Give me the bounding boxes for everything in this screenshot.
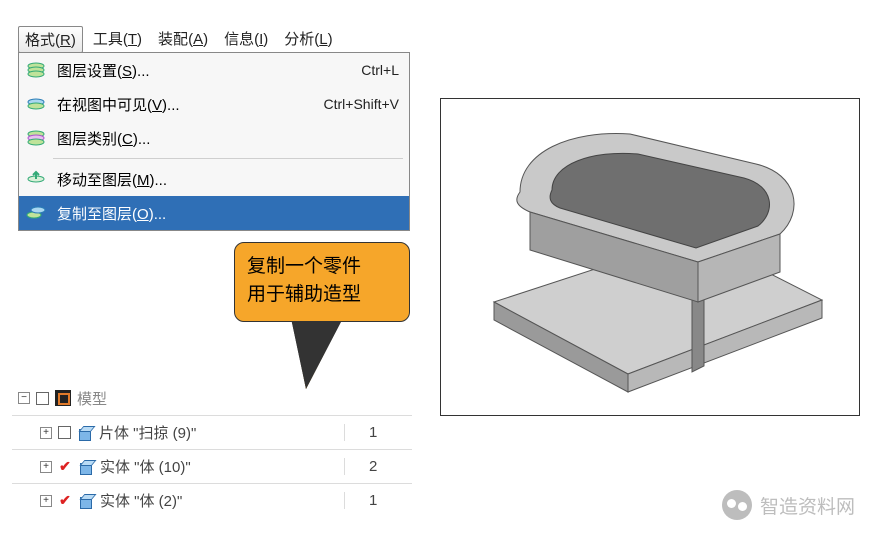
watermark-text: 智造资料网 — [760, 492, 855, 519]
menu-item-label: 图层类别(C)... — [53, 128, 399, 149]
move-to-layer-icon — [19, 165, 53, 193]
3d-viewport[interactable] — [440, 98, 860, 416]
layers-visible-icon — [19, 90, 53, 118]
checkbox[interactable] — [36, 392, 49, 405]
model-tree: − 模型 + 片体 "扫掠 (9)" 1 + ✔ 实体 "体 (10)" 2 +… — [12, 381, 412, 517]
menu-item-shortcut: Ctrl+L — [361, 62, 399, 78]
model-icon — [55, 390, 71, 406]
tree-item-label: 片体 "扫掠 (9)" — [99, 422, 196, 443]
menu-item-label: 图层设置(S)... — [53, 60, 361, 81]
menu-item-copy-to-layer[interactable]: 复制至图层(O)... — [19, 196, 409, 230]
expand-icon[interactable]: + — [40, 495, 52, 507]
collapse-icon[interactable]: − — [18, 392, 30, 404]
checked-icon[interactable]: ✔ — [58, 460, 72, 474]
tree-row[interactable]: + ✔ 实体 "体 (10)" 2 — [12, 449, 412, 483]
menu-item-shortcut: Ctrl+Shift+V — [324, 96, 399, 112]
menu-info[interactable]: 信息(I) — [218, 26, 274, 53]
menu-format[interactable]: 格式(R) — [18, 26, 83, 53]
layers-category-icon — [19, 124, 53, 152]
menu-item-move-to-layer[interactable]: 移动至图层(M)... — [19, 162, 409, 196]
menu-assembly[interactable]: 装配(A) — [152, 26, 214, 53]
menu-tools[interactable]: 工具(T) — [87, 26, 148, 53]
tree-row[interactable]: + ✔ 实体 "体 (2)" 1 — [12, 483, 412, 517]
sheet-body-icon — [77, 425, 93, 441]
tree-item-count: 1 — [344, 492, 412, 509]
checked-icon[interactable]: ✔ — [58, 494, 72, 508]
menu-item-visible-in-view[interactable]: 在视图中可见(V)... Ctrl+Shift+V — [19, 87, 409, 121]
menu-item-layer-category[interactable]: 图层类别(C)... — [19, 121, 409, 155]
layers-settings-icon — [19, 56, 53, 84]
callout-line1: 复制一个零件 — [247, 253, 397, 281]
solid-body-icon — [78, 459, 94, 475]
tree-item-count: 2 — [344, 458, 412, 475]
wechat-icon — [722, 490, 752, 520]
menu-item-label: 复制至图层(O)... — [53, 203, 399, 224]
menubar: 格式(R) 工具(T) 装配(A) 信息(I) 分析(L) — [18, 26, 339, 53]
expand-icon[interactable]: + — [40, 427, 52, 439]
menu-item-layer-settings[interactable]: 图层设置(S)... Ctrl+L — [19, 53, 409, 87]
tree-root-label: 模型 — [77, 388, 107, 409]
copy-to-layer-icon — [19, 199, 53, 227]
callout-pointer — [292, 319, 342, 389]
tree-item-label: 实体 "体 (2)" — [100, 490, 182, 511]
solid-body-icon — [78, 493, 94, 509]
tree-item-count: 1 — [344, 424, 412, 441]
menu-analysis[interactable]: 分析(L) — [278, 26, 338, 53]
tree-row[interactable]: + 片体 "扫掠 (9)" 1 — [12, 415, 412, 449]
menu-item-label: 移动至图层(M)... — [53, 169, 399, 190]
watermark: 智造资料网 — [722, 490, 855, 520]
expand-icon[interactable]: + — [40, 461, 52, 473]
tree-item-label: 实体 "体 (10)" — [100, 456, 191, 477]
menu-item-label: 在视图中可见(V)... — [53, 94, 324, 115]
annotation-callout: 复制一个零件 用于辅助造型 — [234, 242, 410, 322]
tree-root[interactable]: − 模型 — [12, 381, 412, 415]
checkbox[interactable] — [58, 426, 71, 439]
callout-line2: 用于辅助造型 — [247, 281, 397, 309]
menu-separator — [53, 158, 403, 159]
part-render-icon — [460, 112, 840, 402]
format-dropdown: 图层设置(S)... Ctrl+L 在视图中可见(V)... Ctrl+Shif… — [18, 52, 410, 231]
